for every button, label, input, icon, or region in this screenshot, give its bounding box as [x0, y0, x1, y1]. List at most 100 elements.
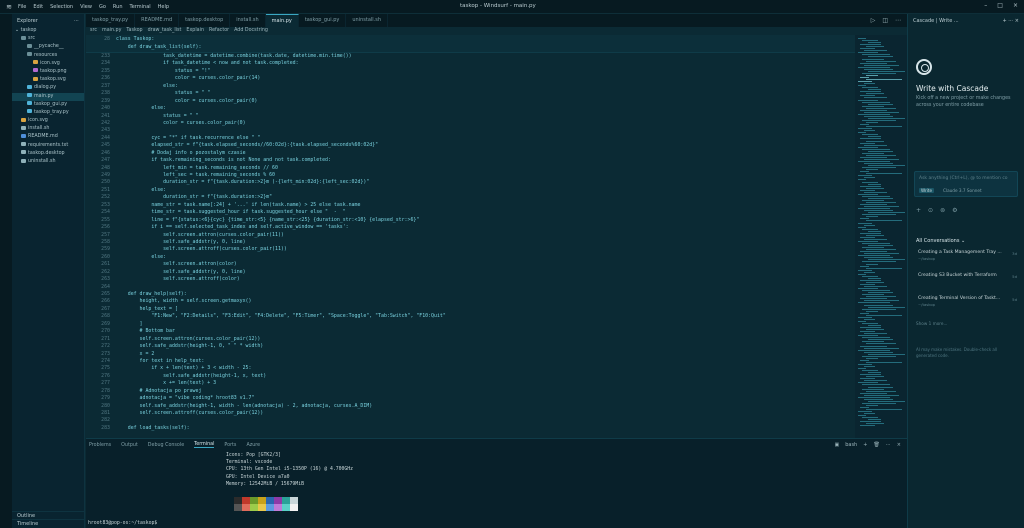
- more-actions-icon[interactable]: ⋯: [895, 17, 901, 24]
- panel-tab-terminal[interactable]: Terminal: [194, 442, 215, 448]
- tree-item[interactable]: icon.svg: [12, 60, 84, 68]
- tree-item[interactable]: taskop_tray.py: [12, 109, 84, 117]
- split-editor-icon[interactable]: ◫: [882, 17, 888, 24]
- window-title: taskop - Windsurf - main.py: [460, 3, 536, 9]
- code-line: 261 self.screen.attron(color): [86, 261, 855, 268]
- minimap-line: [866, 140, 884, 142]
- minimap-line: [866, 404, 878, 406]
- mode-selector[interactable]: Write: [919, 188, 935, 193]
- cascade-input[interactable]: Ask anything (Ctrl+L), @ to mention co W…: [914, 171, 1018, 197]
- tree-item[interactable]: icon.svg: [12, 117, 84, 125]
- line-number: 244: [101, 134, 110, 141]
- close-icon[interactable]: ×: [1013, 2, 1018, 9]
- panel-tab-output[interactable]: Output: [121, 443, 138, 448]
- panel-tab-azure[interactable]: Azure: [246, 443, 260, 448]
- more-actions-icon[interactable]: ⋯: [74, 18, 79, 24]
- model-selector[interactable]: Claude 3.7 Sonnet: [943, 188, 982, 193]
- all-conversations-header[interactable]: All Conversations ⌄: [916, 238, 965, 244]
- outline-section[interactable]: Outline: [12, 511, 85, 519]
- tab-taskop-tray-py[interactable]: taskop_tray.py: [86, 14, 136, 27]
- tab-install-sh[interactable]: install.sh: [230, 14, 266, 27]
- terminal-output[interactable]: Icons: Pop [GTK2/3] Terminal: vscode CPU: …: [226, 452, 353, 488]
- menu-item-run[interactable]: Run: [113, 4, 123, 10]
- tree-item-label: taskop_tray.py: [34, 109, 69, 115]
- tree-item[interactable]: install.sh: [12, 125, 84, 133]
- menu-item-go[interactable]: Go: [99, 4, 106, 10]
- mention-icon[interactable]: ⊙: [928, 207, 933, 214]
- line-number: 279: [101, 395, 110, 402]
- conversation-item[interactable]: Creating a Task Management Tray ... ~/tas…: [914, 247, 1020, 269]
- tab-taskop-gui-py[interactable]: taskop_gui.py: [299, 14, 347, 27]
- image-icon[interactable]: ⊚: [940, 207, 945, 214]
- menu-item-edit[interactable]: Edit: [33, 4, 43, 10]
- tree-item[interactable]: taskop.svg: [12, 76, 84, 84]
- trash-icon[interactable]: 🗑: [873, 442, 879, 448]
- explorer-root[interactable]: ⌄ taskop: [12, 27, 84, 35]
- breadcrumb-item[interactable]: Explain: [186, 28, 204, 33]
- settings-icon[interactable]: ⚙: [952, 207, 957, 214]
- breadcrumb-item[interactable]: Add Docstring: [234, 28, 268, 33]
- attach-icon[interactable]: +: [916, 207, 921, 214]
- breadcrumb-item[interactable]: draw_task_list: [148, 28, 182, 33]
- minimap-line: [862, 40, 878, 42]
- conversation-item[interactable]: Creating S3 Bucket with Terraform 5d: [914, 270, 1020, 292]
- cascade-header-actions[interactable]: + ⋯ ×: [1002, 18, 1019, 24]
- line-number: 28: [104, 36, 110, 42]
- menu-item-help[interactable]: Help: [158, 4, 169, 10]
- tree-item[interactable]: src: [12, 35, 84, 43]
- panel-tab-problems[interactable]: Problems: [89, 443, 111, 448]
- minimap-line: [864, 347, 899, 349]
- tree-item[interactable]: dialog.py: [12, 84, 84, 92]
- panel-tab-ports[interactable]: Ports: [224, 443, 236, 448]
- terminal-prompt[interactable]: hroot83@pop-os:~/taskop$: [88, 521, 157, 526]
- conversation-item[interactable]: Creating Terminal Version of Taskt... ~/t…: [914, 293, 1020, 315]
- tab-taskop-desktop[interactable]: taskop.desktop: [179, 14, 231, 27]
- tree-item[interactable]: uninstall.sh: [12, 158, 84, 166]
- breadcrumb-item[interactable]: main.py: [102, 28, 121, 33]
- line-number: 237: [101, 82, 110, 89]
- menu-item-view[interactable]: View: [80, 4, 92, 10]
- menu-item-terminal[interactable]: Terminal: [130, 4, 151, 10]
- color-swatch: [242, 497, 250, 504]
- tree-item[interactable]: resources: [12, 52, 84, 60]
- more-actions-icon[interactable]: ⋯: [886, 442, 891, 448]
- minimap-line: [860, 44, 881, 46]
- sticky-line: 28 class Taskop:: [86, 35, 855, 43]
- tree-item[interactable]: taskop.png: [12, 68, 84, 76]
- minimap[interactable]: [855, 35, 907, 438]
- minimap-line: [868, 197, 893, 199]
- menu-item-selection[interactable]: Selection: [50, 4, 73, 10]
- cascade-header: Cascade | Write ... + ⋯ ×: [908, 14, 1024, 27]
- tree-item[interactable]: main.py: [12, 92, 84, 101]
- tab-uninstall-sh[interactable]: uninstall.sh: [346, 14, 389, 27]
- tab-readme-md[interactable]: README.md: [135, 14, 180, 27]
- panel-tab-debug-console[interactable]: Debug Console: [148, 443, 184, 448]
- code-line: 258 self.safe_addstr(y, 0, line): [86, 239, 855, 246]
- minimap-line: [868, 89, 881, 91]
- tree-item[interactable]: README.md: [12, 133, 84, 141]
- breadcrumb-item[interactable]: Refactor: [209, 28, 229, 33]
- tree-item[interactable]: taskop.desktop: [12, 150, 84, 158]
- close-panel-icon[interactable]: ×: [897, 442, 901, 448]
- maximize-icon[interactable]: □: [997, 2, 1003, 9]
- code-editor[interactable]: 233 task_datetime = datetime.combine(tas…: [86, 53, 855, 438]
- shell-name[interactable]: bash: [845, 442, 857, 448]
- timeline-section[interactable]: Timeline: [12, 519, 85, 527]
- minimap-line: [866, 314, 902, 316]
- menu-item-file[interactable]: File: [18, 4, 26, 10]
- breadcrumb-item[interactable]: Taskop: [126, 28, 142, 33]
- minimize-icon[interactable]: –: [984, 2, 987, 9]
- tree-item[interactable]: requirements.txt: [12, 142, 84, 150]
- tab-main-py[interactable]: main.py: [265, 14, 299, 27]
- add-terminal-icon[interactable]: +: [863, 442, 867, 448]
- line-number: 238: [101, 90, 110, 97]
- tree-item[interactable]: __pycache__: [12, 43, 84, 51]
- run-icon[interactable]: ▷: [871, 17, 876, 24]
- tree-item-label: __pycache__: [34, 44, 64, 50]
- show-more-link[interactable]: Show 1 more...: [916, 321, 947, 326]
- tree-item[interactable]: taskop_gui.py: [12, 101, 84, 109]
- code-text: self.screen.attroff(color): [116, 276, 240, 283]
- line-number: [86, 43, 116, 51]
- breadcrumb-item[interactable]: src: [90, 28, 97, 33]
- code-text: color = curses.color_pair(0): [116, 119, 246, 126]
